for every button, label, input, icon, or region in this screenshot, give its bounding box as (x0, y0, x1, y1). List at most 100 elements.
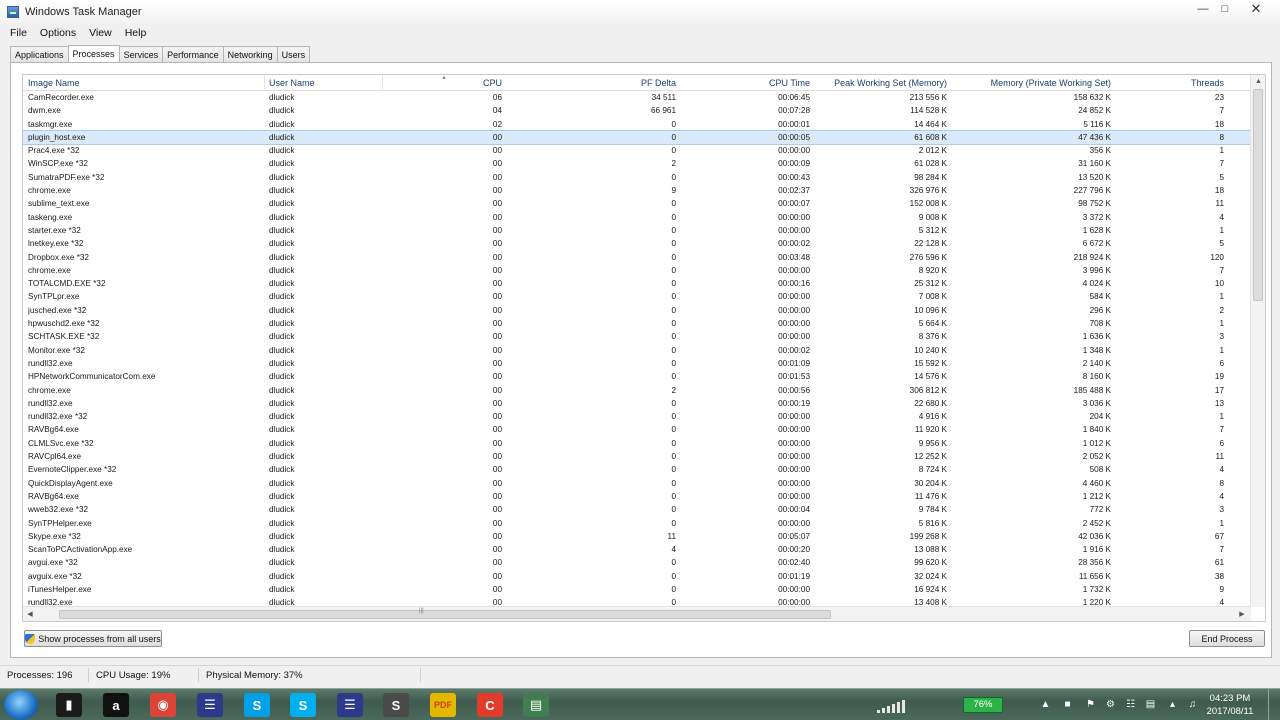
table-row[interactable]: RAVCpl64.exe dludick 00 0 00:00:00 12 252 K2 … (23, 450, 1251, 463)
terminal-icon[interactable]: ▮ (56, 693, 82, 717)
table-row[interactable]: TOTALCMD.EXE *32 dludick 00 0 00:00:16 25 312… (23, 277, 1251, 290)
table-row[interactable]: rundll32.exe *32 dludick 00 0 00:00:00 4 916 … (23, 410, 1251, 423)
minimize-button[interactable]: — (1192, 0, 1214, 18)
tab-processes[interactable]: Processes (67, 45, 120, 62)
cell-image-name: rundll32.exe *32 (28, 412, 88, 422)
menu-file[interactable]: File (10, 27, 27, 39)
start-button[interactable] (4, 690, 38, 720)
chrome-icon[interactable]: ◉ (150, 693, 176, 717)
table-row[interactable]: starter.exe *32 dludick 00 0 00:00:00 5 312 K… (23, 224, 1251, 237)
column-user-name[interactable]: User Name (269, 75, 383, 91)
table-row[interactable]: dwm.exe dludick 04 66 961 00:07:28 114 528 K 2… (23, 104, 1251, 117)
tray-app-icon[interactable]: ■ (1062, 699, 1073, 710)
wifi-signal-icon[interactable] (877, 699, 915, 713)
table-row[interactable]: jusched.exe *32 dludick 00 0 00:00:00 10 096 … (23, 304, 1251, 317)
tab-users[interactable]: Users (276, 46, 311, 62)
cell-peak-working-set: 9 008 K (918, 212, 947, 222)
flag-icon[interactable]: ⚑ (1085, 699, 1096, 710)
volume-icon[interactable]: ♫ (1187, 699, 1198, 710)
table-row[interactable]: RAVBg64.exe dludick 00 0 00:00:00 11 920 K1 8… (23, 423, 1251, 436)
cell-peak-working-set: 4 916 K (918, 412, 947, 422)
table-row[interactable]: SynTPHelper.exe dludick 00 0 00:00:00 5 816 K… (23, 517, 1251, 530)
network-icon[interactable]: ☷ (1125, 699, 1136, 710)
table-row[interactable]: RAVBg64.exe dludick 00 0 00:00:00 11 476 K1 2… (23, 490, 1251, 503)
tab-networking[interactable]: Networking (222, 46, 278, 62)
table-row[interactable]: QuickDisplayAgent.exe dludick 00 0 00:00:00 3… (23, 477, 1251, 490)
vertical-scroll-thumb[interactable] (1253, 89, 1263, 301)
table-row[interactable]: chrome.exe dludick 00 2 00:00:56 306 812 K 185… (23, 384, 1251, 397)
tray-overflow-icon[interactable]: ▲ (1040, 699, 1051, 710)
table-row[interactable]: sublime_text.exe dludick 00 0 00:00:07 152 00… (23, 197, 1251, 210)
column-private-working-set[interactable]: Memory (Private Working Set) (953, 75, 1111, 91)
skype-business-icon[interactable]: S (244, 693, 270, 717)
end-process-button[interactable]: End Process (1189, 630, 1265, 647)
table-row[interactable]: rundll32.exe dludick 00 0 00:01:09 15 592 K2 … (23, 357, 1251, 370)
virtualbox-icon[interactable]: ☰ (197, 693, 223, 717)
column-threads[interactable]: Threads (1133, 75, 1224, 91)
table-row[interactable]: rundll32.exe dludick 00 0 00:00:19 22 680 K3 … (23, 397, 1251, 410)
pdf-icon[interactable]: PDF (430, 693, 456, 717)
table-row[interactable]: taskeng.exe dludick 00 0 00:00:00 9 008 K3 37… (23, 211, 1251, 224)
menu-options[interactable]: Options (40, 27, 76, 39)
table-row[interactable]: chrome.exe dludick 00 0 00:00:00 8 920 K3 996… (23, 264, 1251, 277)
tab-applications[interactable]: Applications (10, 46, 69, 62)
show-all-users-button[interactable]: Show processes from all users (24, 630, 162, 647)
table-row[interactable]: CamRecorder.exe dludick 06 34 511 00:06:45 21… (23, 91, 1251, 104)
table-row[interactable]: wweb32.exe *32 dludick 00 0 00:00:04 9 784 K7… (23, 503, 1251, 516)
table-row[interactable]: avgui.exe *32 dludick 00 0 00:02:40 99 620 K2… (23, 556, 1251, 569)
process-list[interactable]: Image Name User Name ▲ CPU PF Delta CPU … (22, 74, 1266, 622)
table-row[interactable]: iTunesHelper.exe dludick 00 0 00:00:00 16 924… (23, 583, 1251, 596)
battery-indicator[interactable]: 76% (963, 697, 1003, 713)
table-row[interactable]: HPNetworkCommunicatorCom.exe dludick 00 0 00… (23, 370, 1251, 383)
taskmgr-icon[interactable]: ▤ (523, 693, 549, 717)
show-desktop-button[interactable] (1268, 689, 1280, 720)
scroll-left-icon[interactable]: ◀ (23, 607, 37, 621)
scroll-up-icon[interactable]: ▲ (1251, 75, 1265, 89)
table-row[interactable]: lnetkey.exe *32 dludick 00 0 00:00:02 22 128 … (23, 237, 1251, 250)
display-icon[interactable]: ▤ (1145, 699, 1156, 710)
column-pf-delta[interactable]: PF Delta (573, 75, 676, 91)
table-row[interactable]: WinSCP.exe *32 dludick 00 2 00:00:09 61 028 K… (23, 157, 1251, 170)
table-row[interactable]: Prac4.exe *32 dludick 00 0 00:00:00 2 012 K 35… (23, 144, 1251, 157)
scroll-right-icon[interactable]: ▶ (1235, 607, 1249, 621)
signal-bars-icon[interactable]: ▴ (1167, 699, 1178, 710)
cell-threads: 17 (1214, 385, 1224, 395)
recorder-icon[interactable]: C (477, 693, 503, 717)
virtualbox-2-icon[interactable]: ☰ (337, 693, 363, 717)
menu-help[interactable]: Help (125, 27, 147, 39)
table-row[interactable]: SCHTASK.EXE *32 dludick 00 0 00:00:00 8 376 K… (23, 330, 1251, 343)
horizontal-scrollbar[interactable]: ◀ ||| ▶ (23, 606, 1251, 621)
menu-view[interactable]: View (89, 27, 112, 39)
tab-performance[interactable]: Performance (162, 46, 224, 62)
table-row[interactable]: EvernoteClipper.exe *32 dludick 00 0 00:00:0… (23, 463, 1251, 476)
close-button[interactable]: ✕ (1236, 0, 1276, 18)
table-row[interactable]: CLMLSvc.exe *32 dludick 00 0 00:00:00 9 956 K… (23, 437, 1251, 450)
sublime-icon[interactable]: S (383, 693, 409, 717)
horizontal-scroll-thumb[interactable] (59, 610, 831, 619)
settings-icon[interactable]: ⚙ (1105, 699, 1116, 710)
cell-pf-delta: 34 511 (651, 93, 676, 102)
table-row[interactable]: ScanToPCActivationApp.exe dludick 00 4 00:00… (23, 543, 1251, 556)
cell-private-working-set: 13 520 K (1078, 172, 1111, 182)
table-row[interactable]: avguix.exe *32 dludick 00 0 00:01:19 32 024 K… (23, 570, 1251, 583)
column-peak-working-set[interactable]: Peak Working Set (Memory) (813, 75, 947, 91)
table-row[interactable]: plugin_host.exe dludick 00 0 00:00:05 61 608 … (23, 129, 1251, 146)
column-cpu-time[interactable]: CPU Time (703, 75, 810, 91)
column-cpu[interactable]: CPU (413, 75, 502, 91)
tab-services[interactable]: Services (118, 46, 164, 62)
table-row[interactable]: Monitor.exe *32 dludick 00 0 00:00:02 10 240 … (23, 344, 1251, 357)
system-clock[interactable]: 04:23 PM 2017/08/11 (1202, 692, 1258, 718)
vertical-scrollbar[interactable]: ▲ (1250, 75, 1265, 607)
table-row[interactable]: taskmgr.exe dludick 02 0 00:00:01 14 464 K 5 1… (23, 118, 1251, 131)
table-row[interactable]: hpwuschd2.exe *32 dludick 00 0 00:00:00 5 664… (23, 317, 1251, 330)
amazon-icon[interactable]: a (103, 693, 129, 717)
table-row[interactable]: Skype.exe *32 dludick 00 11 00:05:07 199 268 … (23, 530, 1251, 543)
table-row[interactable]: SynTPLpr.exe dludick 00 0 00:00:00 7 008 K 584… (23, 290, 1251, 303)
cell-cpu: 00 (492, 491, 502, 501)
table-row[interactable]: SumatraPDF.exe *32 dludick 00 0 00:00:43 98 2… (23, 171, 1251, 184)
maximize-button[interactable]: □ (1214, 0, 1236, 18)
skype-icon[interactable]: S (290, 693, 316, 717)
table-row[interactable]: chrome.exe dludick 00 9 00:02:37 326 976 K 227… (23, 184, 1251, 197)
column-image-name[interactable]: Image Name (28, 75, 265, 91)
table-row[interactable]: Dropbox.exe *32 dludick 00 0 00:03:48 276 596… (23, 251, 1251, 264)
